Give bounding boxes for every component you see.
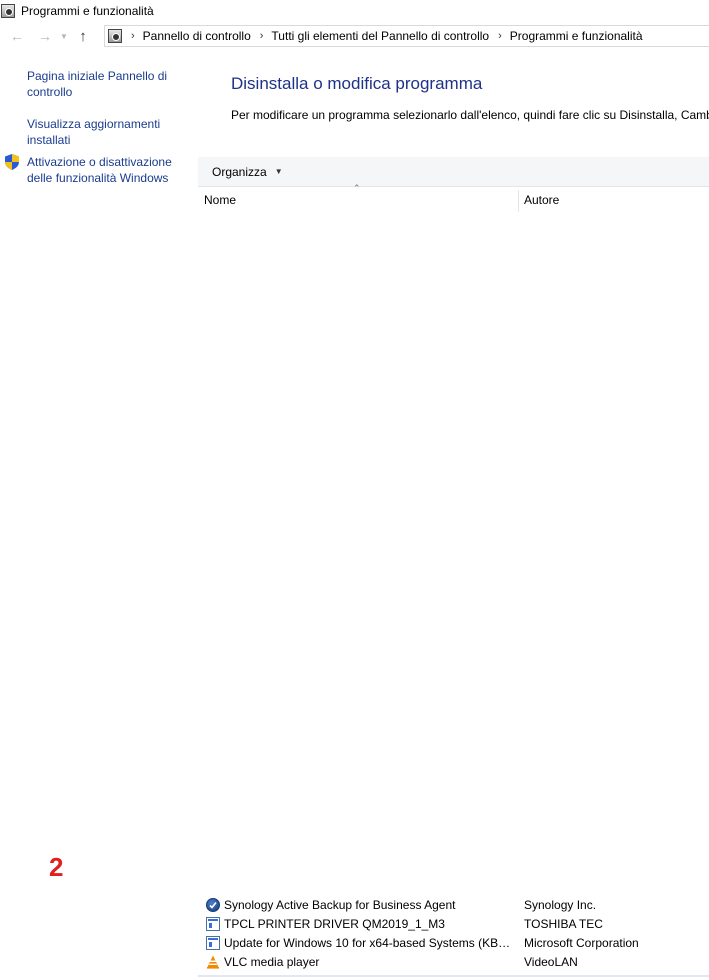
control-panel-icon — [1, 4, 15, 18]
program-author: TOSHIBA TEC — [524, 917, 603, 931]
breadcrumb-separator-icon[interactable]: › — [498, 30, 502, 42]
list-bottom-divider — [198, 975, 709, 977]
organize-button[interactable]: Organizza ▼ — [212, 165, 283, 179]
window-title: Programmi e funzionalità — [21, 4, 154, 18]
page-title: Disinstalla o modifica programma — [231, 74, 483, 93]
column-header-name[interactable]: Nome — [204, 193, 236, 207]
program-name: TPCL PRINTER DRIVER QM2019_1_M3 — [224, 917, 445, 931]
program-name: Synology Active Backup for Business Agen… — [224, 898, 456, 912]
command-bar: Organizza ▼ — [198, 157, 709, 187]
column-divider[interactable] — [518, 190, 519, 212]
title-bar: Programmi e funzionalità — [0, 0, 709, 22]
sidebar-item-control-panel-home[interactable]: Pagina iniziale Pannello di controllo — [27, 68, 187, 100]
list-item[interactable]: Update for Windows 10 for x64-based Syst… — [198, 934, 709, 953]
list-item[interactable]: Synology Active Backup for Business Agen… — [198, 896, 709, 915]
annotation-number: 2 — [49, 852, 64, 882]
breadcrumb-separator-icon[interactable]: › — [260, 30, 264, 42]
forward-arrow-icon[interactable]: → — [36, 26, 54, 46]
program-author: Synology Inc. — [524, 898, 597, 912]
dropdown-caret-icon: ▼ — [274, 167, 283, 176]
navigation-bar: ← → ▼ ↑ › Pannello di controllo › Tutti … — [0, 24, 709, 48]
control-panel-icon — [108, 29, 122, 43]
page-description: Per modificare un programma selezionarlo… — [231, 108, 709, 122]
program-name: Update for Windows 10 for x64-based Syst… — [224, 936, 514, 950]
address-bar[interactable]: › Pannello di controllo › Tutti gli elem… — [104, 25, 709, 47]
program-name: VLC media player — [224, 955, 320, 969]
recent-locations-chevron-icon[interactable]: ▼ — [58, 26, 70, 46]
organize-label: Organizza — [212, 164, 267, 179]
program-icon — [206, 936, 220, 950]
synology-icon — [206, 898, 220, 912]
program-author: VideoLAN — [524, 955, 578, 969]
program-author: Microsoft Corporation — [524, 936, 639, 950]
back-arrow-icon[interactable]: ← — [8, 26, 26, 46]
list-item[interactable]: VLC media player VideoLAN — [198, 953, 709, 972]
column-header: ⌃ Nome Autore — [198, 183, 709, 212]
vlc-icon — [207, 955, 219, 969]
sort-ascending-icon: ⌃ — [353, 183, 361, 193]
column-header-author[interactable]: Autore — [524, 193, 559, 207]
breadcrumb-separator-icon[interactable]: › — [131, 30, 135, 42]
program-list: Synology Active Backup for Business Agen… — [198, 896, 709, 972]
breadcrumb-programs-features[interactable]: Programmi e funzionalità — [510, 29, 643, 43]
up-arrow-icon[interactable]: ↑ — [74, 26, 92, 46]
breadcrumb-all-items[interactable]: Tutti gli elementi del Pannello di contr… — [271, 29, 489, 43]
sidebar-item-view-installed-updates[interactable]: Visualizza aggiornamenti installati — [27, 116, 187, 148]
program-icon — [206, 917, 220, 931]
uac-shield-icon — [5, 154, 19, 170]
breadcrumb-control-panel[interactable]: Pannello di controllo — [143, 29, 251, 43]
list-item[interactable]: TPCL PRINTER DRIVER QM2019_1_M3 TOSHIBA … — [198, 915, 709, 934]
sidebar-item-windows-features[interactable]: Attivazione o disattivazione delle funzi… — [27, 154, 187, 186]
